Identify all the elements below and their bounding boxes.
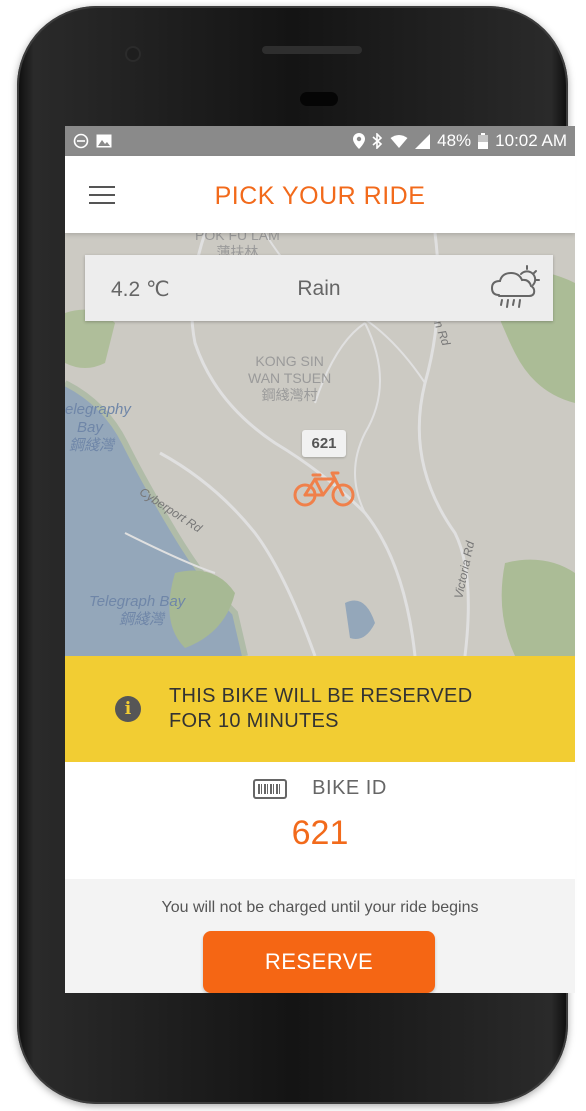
bluetooth-icon [372,133,383,149]
phone-frame: 48% 10:02 AM PICK YOUR RIDE POK FU LAM 薄… [17,6,575,1104]
location-pin-icon [353,133,366,149]
map-label-telegraph-bay-lower: Telegraph Bay 鋼綫灣 [89,593,186,628]
weather-temperature: 4.2 ℃ [111,278,170,301]
page-title: PICK YOUR RIDE [214,182,426,210]
bike-marker[interactable]: 621 [293,430,355,512]
map-label-telegraph-bay: elegraphy Bay 鋼綫灣 [65,401,131,454]
bike-id-section: BIKE ID 621 [65,762,575,879]
reserve-button[interactable]: RESERVE [203,931,435,993]
marker-bike-id: 621 [302,430,346,457]
footer-section: You will not be charged until your ride … [65,879,575,993]
image-notification-icon [96,134,112,148]
map-view[interactable]: POK FU LAM 薄扶林 KONG SIN WAN TSUEN 鋼綫灣村 e… [65,233,575,656]
proximity-sensor [300,92,338,106]
clock: 10:02 AM [495,131,567,150]
reservation-banner: i THIS BIKE WILL BE RESERVED FOR 10 MINU… [65,656,575,762]
battery-percentage: 48% [437,131,472,150]
front-camera [127,48,139,60]
do-not-disturb-icon [73,133,89,149]
signal-icon [415,133,431,149]
app-screen: 48% 10:02 AM PICK YOUR RIDE POK FU LAM 薄… [65,126,575,993]
app-bar: PICK YOUR RIDE [65,156,575,233]
banner-message: THIS BIKE WILL BE RESERVED FOR 10 MINUTE… [169,685,473,732]
bike-id-value: 621 [291,814,349,852]
bike-id-header: BIKE ID [65,777,575,800]
battery-icon [478,133,489,149]
barcode-icon [253,778,288,799]
bicycle-icon [293,471,355,512]
map-label-kong-sin: KONG SIN WAN TSUEN 鋼綫灣村 [248,353,332,403]
cloud-rain-sun-icon [489,265,541,316]
bike-id-label: BIKE ID [312,777,387,799]
weather-card: Rain 4.2 ℃ [85,255,553,321]
earpiece-speaker [262,46,362,54]
status-bar: 48% 10:02 AM [65,126,575,156]
charge-note: You will not be charged until your ride … [161,899,479,916]
wifi-icon [390,134,408,149]
info-icon: i [115,696,141,722]
